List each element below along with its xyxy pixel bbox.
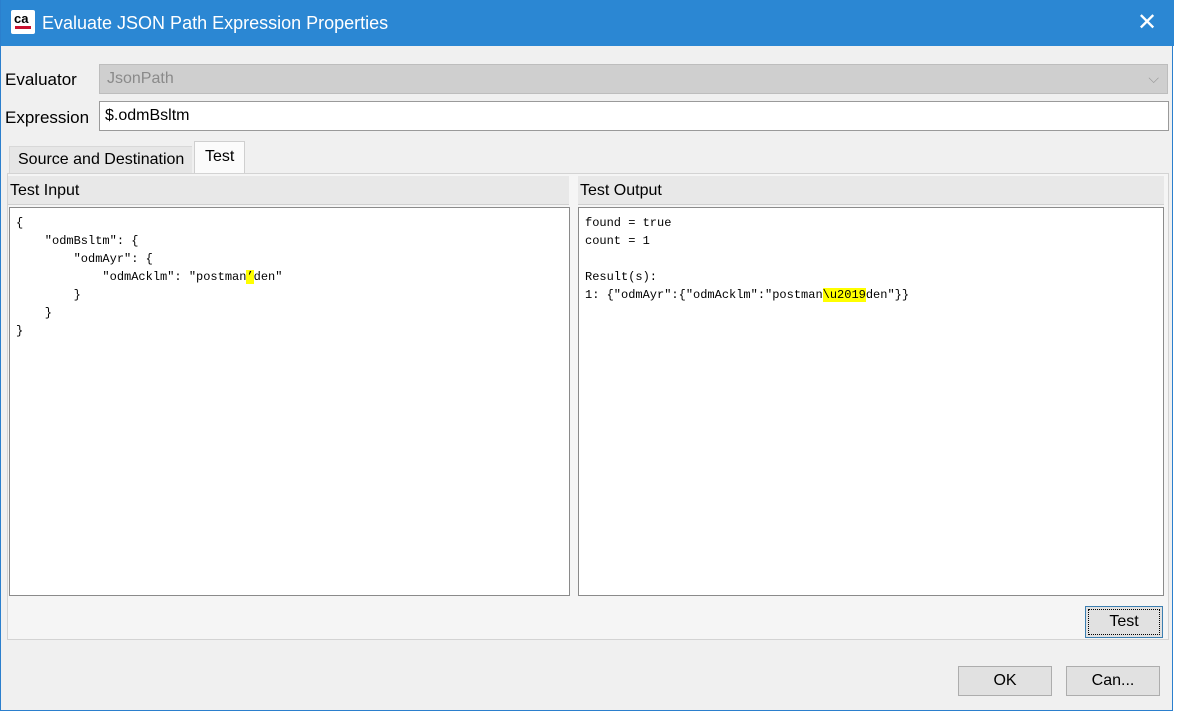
tab-source-and-destination[interactable]: Source and Destination [9, 146, 193, 174]
close-icon: ✕ [1136, 9, 1158, 36]
window-title: Evaluate JSON Path Expression Properties [42, 13, 389, 33]
ok-button[interactable]: OK [958, 666, 1052, 696]
test-output-title: Test Output [580, 182, 662, 199]
test-output-header: Test Output [578, 176, 1164, 205]
test-input-title: Test Input [10, 182, 80, 199]
expression-label: Expression [5, 108, 90, 127]
close-button[interactable]: ✕ [1129, 8, 1165, 38]
evaluator-combo[interactable]: JsonPath ⌵ [99, 64, 1168, 94]
test-input-header: Test Input [8, 176, 569, 205]
test-tab-panel: Test Input { "odmBsltm": { "odmAyr": { "… [7, 173, 1169, 640]
title-bar: ca Evaluate JSON Path Expression Propert… [1, 0, 1174, 46]
ca-logo-icon: ca [11, 10, 35, 34]
chevron-down-icon: ⌵ [1148, 70, 1159, 86]
cancel-button[interactable]: Can... [1066, 666, 1160, 696]
evaluator-value: JsonPath [107, 70, 174, 87]
highlighted-apostrophe: ’ [246, 270, 254, 284]
test-input-editor[interactable]: { "odmBsltm": { "odmAyr": { "odmAcklm": … [9, 207, 570, 596]
expression-value: $.odmBsltm [105, 107, 190, 124]
test-button[interactable]: Test [1085, 606, 1163, 638]
dialog-window: ca Evaluate JSON Path Expression Propert… [0, 0, 1174, 711]
evaluator-label: Evaluator [5, 70, 77, 89]
highlighted-escape: \u2019 [822, 288, 866, 302]
expression-input[interactable]: $.odmBsltm [99, 101, 1169, 131]
test-output-area[interactable]: found = true count = 1 Result(s): 1: {"o… [578, 207, 1164, 596]
test-output-code: found = true count = 1 Result(s): 1: {"o… [585, 216, 910, 302]
test-input-code: { "odmBsltm": { "odmAyr": { "odmAcklm": … [16, 216, 283, 338]
tab-test[interactable]: Test [194, 141, 246, 175]
